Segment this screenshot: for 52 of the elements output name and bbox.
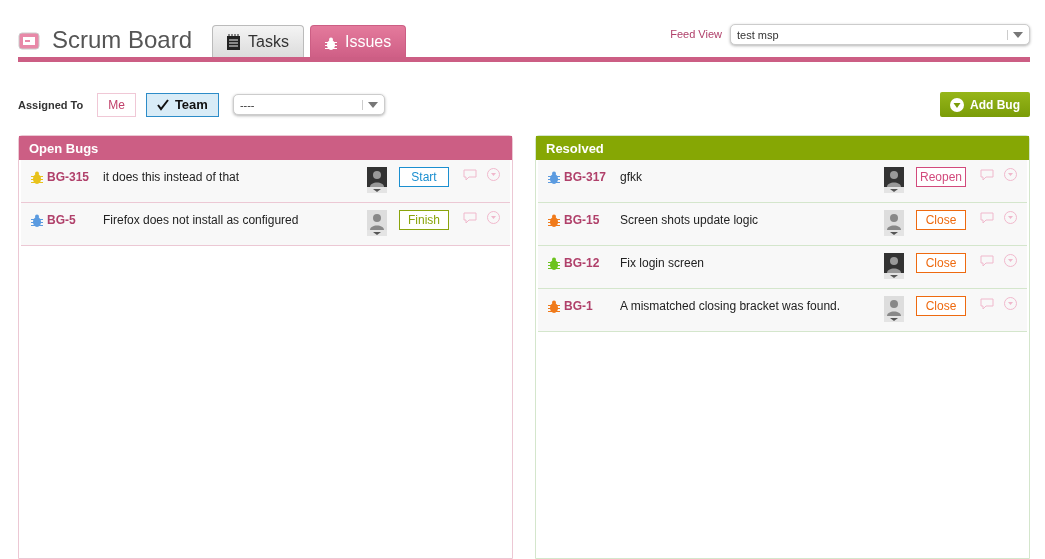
comment-icon[interactable] [980, 298, 994, 310]
bug-icon [324, 37, 337, 50]
comment-icon[interactable] [980, 212, 994, 224]
assignee-toggle[interactable]: Team [145, 92, 219, 117]
dropdown-icon[interactable] [1004, 168, 1017, 181]
assignee-toggle[interactable]: Me [97, 92, 136, 117]
dropdown-icon[interactable] [487, 168, 500, 181]
comment-icon[interactable] [980, 169, 994, 181]
dropdown-icon[interactable] [1004, 254, 1017, 267]
column-header: Resolved [536, 136, 1029, 160]
bug-title: A mismatched closing bracket was found. [620, 299, 842, 313]
dropdown-icon[interactable] [487, 211, 500, 224]
avatar-icon[interactable] [367, 167, 387, 193]
assignee-select[interactable]: ---- [232, 94, 385, 115]
bug-id: BG-315 [47, 170, 91, 184]
bug-title: it does this instead of that [103, 170, 241, 184]
bug-id: BG-15 [564, 213, 601, 227]
bug-row[interactable]: BG-15 Screen shots update logic Close [538, 203, 1027, 246]
bug-title: Fix login screen [620, 256, 706, 270]
bug-row[interactable]: BG-5 Firefox does not install as configured Finish [21, 203, 510, 246]
comment-icon[interactable] [980, 255, 994, 267]
feed-view-label: Feed View [670, 28, 722, 40]
bug-title: Screen shots update logic [620, 213, 760, 227]
comment-icon[interactable] [463, 169, 477, 181]
column-header: Open Bugs [19, 136, 512, 160]
dropdown-icon[interactable] [1004, 211, 1017, 224]
avatar-icon[interactable] [884, 167, 904, 193]
tab[interactable]: Tasks [212, 25, 304, 57]
bug-row[interactable]: BG-12 Fix login screen Close [538, 246, 1027, 289]
caret-icon [1007, 29, 1023, 40]
bug-row[interactable]: BG-1 A mismatched closing bracket was found. Close [538, 289, 1027, 332]
action-button[interactable]: Start [399, 167, 449, 187]
comment-icon[interactable] [463, 212, 477, 224]
avatar-icon[interactable] [884, 253, 904, 279]
bug-id: BG-12 [564, 256, 601, 270]
dropdown-icon[interactable] [1004, 297, 1017, 310]
bug-title: gfkk [620, 170, 643, 184]
notepad-icon [227, 33, 241, 50]
bug-row[interactable]: BG-317 gfkk Reopen [538, 160, 1027, 203]
caret-icon [950, 97, 964, 112]
feed-view-select[interactable]: test msp [730, 24, 1030, 45]
bug-id: BG-5 [47, 213, 77, 227]
caret-icon [361, 99, 378, 110]
bug-id: BG-317 [564, 170, 608, 184]
assigned-to-label: Assigned To [18, 98, 84, 111]
bug-title: Firefox does not install as configured [103, 213, 300, 227]
board-icon [18, 32, 40, 50]
bug-row[interactable]: BG-315 it does this instead of that Start [21, 160, 510, 203]
check-icon [156, 98, 169, 111]
page-title: Scrum Board [52, 26, 193, 54]
action-button[interactable]: Reopen [916, 167, 966, 187]
bug-id: BG-1 [564, 299, 594, 313]
